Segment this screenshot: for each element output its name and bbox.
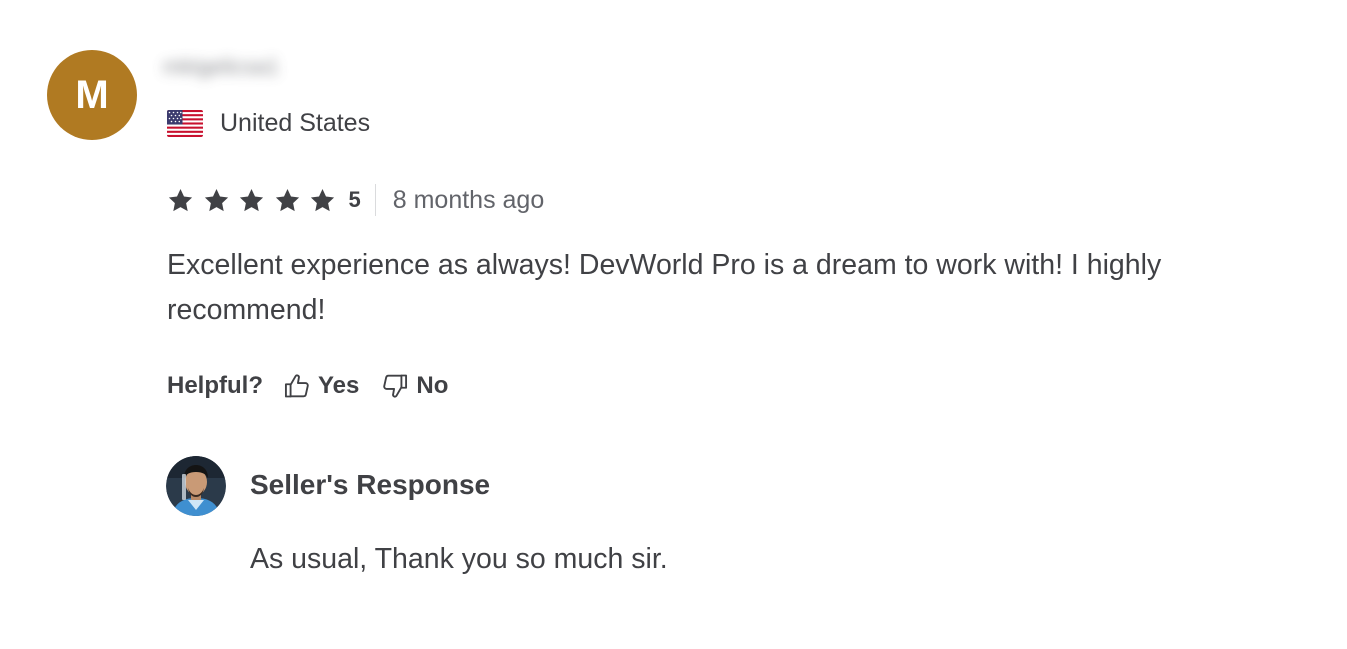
seller-avatar[interactable]: [166, 456, 226, 516]
star-icon: [239, 188, 264, 211]
star-icon: [204, 188, 228, 211]
seller-response-text: As usual, Thank you so much sir.: [250, 543, 668, 575]
star-icon: [310, 188, 335, 211]
reviewer-avatar-letter: M: [75, 72, 109, 117]
helpful-no-label: No: [416, 372, 449, 399]
review-time-ago: 8 months ago: [392, 185, 545, 214]
rating-divider: [374, 184, 376, 216]
seller-response-title: Seller's Response: [250, 469, 491, 500]
helpful-row: Helpful? Yes No: [167, 367, 470, 405]
reviewer-username[interactable]: mktgelicsa1: [163, 52, 311, 82]
star-rating: [167, 187, 345, 214]
helpful-yes-label: Yes: [318, 372, 360, 399]
helpful-label: Helpful?: [167, 372, 263, 399]
review-text: Excellent experience as always! DevWorld…: [167, 249, 1162, 326]
rating-row: 5 8 months ago: [167, 182, 544, 218]
thumbs-down-icon: [383, 374, 408, 398]
thumbs-up-icon: [284, 374, 309, 398]
us-flag-icon: [167, 109, 203, 137]
helpful-yes-button[interactable]: Yes: [283, 372, 359, 400]
rating-value: 5: [348, 187, 361, 212]
reviewer-avatar[interactable]: M: [47, 50, 137, 140]
country-name: United States: [220, 108, 371, 137]
star-icon: [275, 188, 299, 211]
reviewer-country: United States: [167, 107, 370, 139]
helpful-no-button[interactable]: No: [381, 372, 448, 400]
star-icon: [168, 188, 193, 211]
